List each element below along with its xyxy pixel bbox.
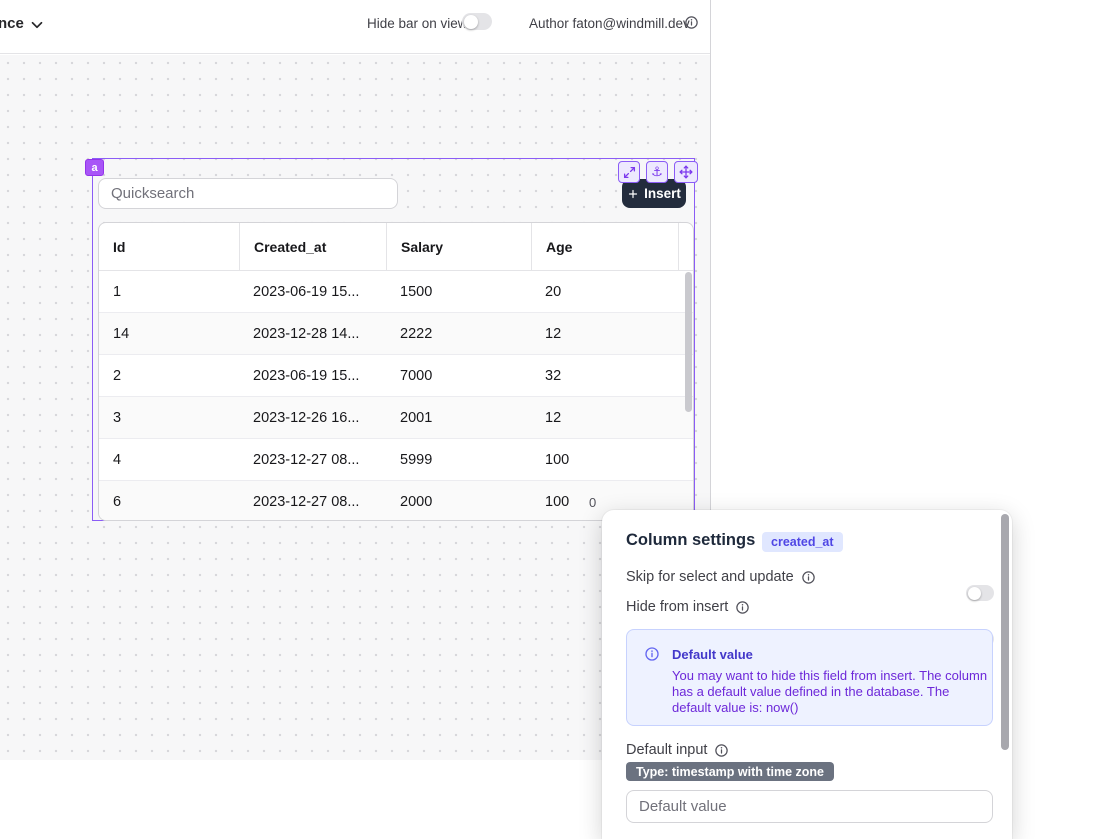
insert-button[interactable]: Insert xyxy=(622,179,686,208)
expand-component-button[interactable] xyxy=(618,161,640,183)
app-name-truncated[interactable]: nce xyxy=(0,15,24,32)
default-input-label: Default input xyxy=(626,742,729,758)
cell-id: 2 xyxy=(99,355,239,396)
cell-created-at: 2023-06-19 15... xyxy=(239,355,386,396)
column-header-age[interactable]: Age xyxy=(531,223,678,270)
cell-age: 20 xyxy=(531,271,678,312)
chevron-down-icon[interactable] xyxy=(28,16,46,34)
cell-id: 3 xyxy=(99,397,239,438)
canvas-topbar: nce Hide bar on view Author faton@windmi… xyxy=(0,0,710,54)
cell-age: 12 xyxy=(531,313,678,354)
column-header-id[interactable]: Id xyxy=(99,223,239,270)
author-label: Author faton@windmill.dev xyxy=(529,16,690,31)
cell-created-at: 2023-12-26 16... xyxy=(239,397,386,438)
cell-salary: 5999 xyxy=(386,439,531,480)
anchor-icon: ⚓ xyxy=(651,166,663,179)
cell-salary: 2001 xyxy=(386,397,531,438)
column-name-badge: created_at xyxy=(762,532,843,552)
cell-created-at: 2023-12-27 08... xyxy=(239,439,386,480)
table-row[interactable]: 2 2023-06-19 15... 7000 32 xyxy=(99,355,693,397)
cell-salary: 2000 xyxy=(386,481,531,521)
cell-id: 1 xyxy=(99,271,239,312)
cell-salary: 1500 xyxy=(386,271,531,312)
table-row[interactable]: 1 2023-06-19 15... 1500 20 xyxy=(99,271,693,313)
database-table: Id Created_at Salary Age 1 2023-06-19 15… xyxy=(98,222,694,521)
table-header-row: Id Created_at Salary Age xyxy=(99,223,693,271)
info-icon[interactable] xyxy=(801,570,816,585)
cell-age: 100 xyxy=(531,439,678,480)
cell-id: 6 xyxy=(99,481,239,521)
infobox-title: Default value xyxy=(672,647,753,662)
quicksearch-input[interactable] xyxy=(98,178,398,209)
column-type-badge: Type: timestamp with time zone xyxy=(626,762,834,781)
info-icon[interactable] xyxy=(714,743,729,758)
column-header-salary[interactable]: Salary xyxy=(386,223,531,270)
skip-select-update-toggle[interactable] xyxy=(966,585,994,601)
infobox-body: You may want to hide this field from ins… xyxy=(672,668,990,716)
insert-button-label: Insert xyxy=(644,186,681,201)
cell-age: 12 xyxy=(531,397,678,438)
hide-bar-toggle[interactable] xyxy=(462,13,492,30)
pagination-count: 0 xyxy=(589,495,596,510)
skip-select-update-label: Skip for select and update xyxy=(626,569,816,585)
plus-icon xyxy=(627,188,639,200)
app-editor-screen: nce Hide bar on view Author faton@windmi… xyxy=(0,0,1098,839)
default-value-input[interactable] xyxy=(626,790,993,823)
hide-from-insert-label: Hide from insert xyxy=(626,599,750,615)
info-icon xyxy=(644,646,660,662)
hide-bar-on-view-label: Hide bar on view xyxy=(367,16,468,31)
column-header-spacer xyxy=(678,223,693,270)
table-scrollbar[interactable] xyxy=(685,272,692,412)
move-component-button[interactable] xyxy=(674,161,698,183)
expand-icon xyxy=(623,166,636,179)
cell-salary: 7000 xyxy=(386,355,531,396)
column-header-created-at[interactable]: Created_at xyxy=(239,223,386,270)
cell-id: 14 xyxy=(99,313,239,354)
table-row[interactable]: 4 2023-12-27 08... 5999 100 xyxy=(99,439,693,481)
cell-salary: 2222 xyxy=(386,313,531,354)
popup-scrollbar[interactable] xyxy=(1001,514,1009,750)
cell-created-at: 2023-06-19 15... xyxy=(239,271,386,312)
table-row[interactable]: 3 2023-12-26 16... 2001 12 xyxy=(99,397,693,439)
component-id-badge[interactable]: a xyxy=(85,159,104,176)
cell-created-at: 2023-12-27 08... xyxy=(239,481,386,521)
cell-age: 32 xyxy=(531,355,678,396)
cell-id: 4 xyxy=(99,439,239,480)
anchor-component-button[interactable]: ⚓ xyxy=(646,161,668,183)
popup-title: Column settings xyxy=(626,531,755,550)
info-icon[interactable] xyxy=(684,15,699,30)
info-icon[interactable] xyxy=(735,600,750,615)
move-icon xyxy=(679,165,693,179)
table-row[interactable]: 14 2023-12-28 14... 2222 12 xyxy=(99,313,693,355)
cell-created-at: 2023-12-28 14... xyxy=(239,313,386,354)
